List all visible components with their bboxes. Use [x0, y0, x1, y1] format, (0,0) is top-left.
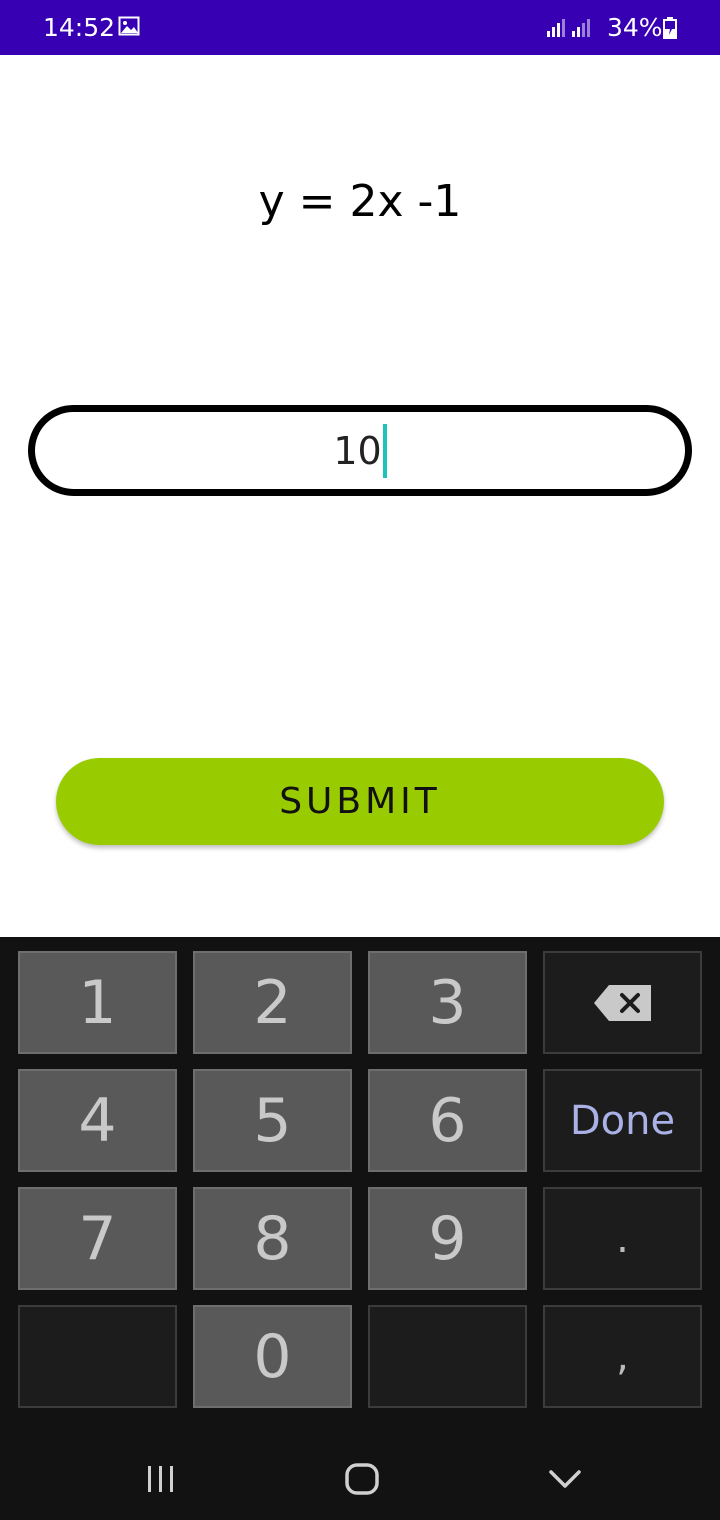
signal-icon — [547, 19, 590, 37]
battery-percentage: 34% — [607, 13, 663, 42]
dot-key[interactable]: . — [543, 1187, 702, 1290]
empty-key-right — [368, 1305, 527, 1408]
battery-charging-icon — [663, 17, 677, 39]
recent-apps-icon[interactable] — [145, 1464, 177, 1494]
backspace-key[interactable] — [543, 951, 702, 1054]
key-5[interactable]: 5 — [193, 1069, 352, 1172]
key-1[interactable]: 1 — [18, 951, 177, 1054]
home-icon[interactable] — [344, 1462, 380, 1496]
text-caret — [382, 423, 387, 478]
image-icon — [118, 16, 140, 36]
navigation-bar — [0, 1420, 720, 1520]
answer-input[interactable]: 10 — [28, 405, 692, 496]
submit-button[interactable]: SUBMIT — [56, 758, 664, 845]
key-0[interactable]: 0 — [193, 1305, 352, 1408]
key-3[interactable]: 3 — [368, 951, 527, 1054]
equation-text: y = 2x -1 — [258, 176, 462, 227]
status-time: 14:52 — [43, 13, 116, 42]
comma-key[interactable]: , — [543, 1305, 702, 1408]
key-9[interactable]: 9 — [368, 1187, 527, 1290]
key-6[interactable]: 6 — [368, 1069, 527, 1172]
done-key[interactable]: Done — [543, 1069, 702, 1172]
key-8[interactable]: 8 — [193, 1187, 352, 1290]
answer-value: 10 — [333, 428, 382, 473]
empty-key-left — [18, 1305, 177, 1408]
status-bar: 14:52 34% — [0, 0, 720, 55]
back-chevron-icon[interactable] — [548, 1468, 582, 1490]
key-7[interactable]: 7 — [18, 1187, 177, 1290]
backspace-icon — [593, 984, 651, 1021]
key-2[interactable]: 2 — [193, 951, 352, 1054]
key-4[interactable]: 4 — [18, 1069, 177, 1172]
